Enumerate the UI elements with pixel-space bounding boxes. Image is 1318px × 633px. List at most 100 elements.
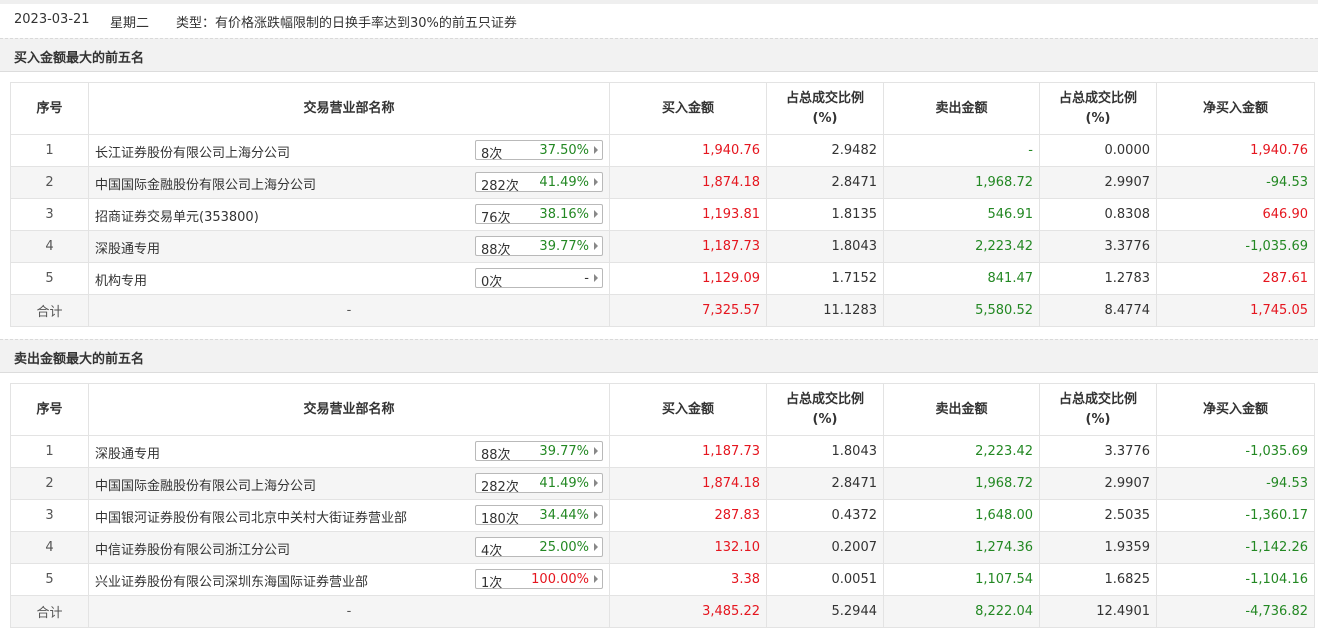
total-sell: 8,222.04 bbox=[883, 595, 1040, 628]
col-buy-ratio: 占总成交比例 (%) bbox=[766, 383, 884, 436]
branch-name: 中国银河证券股份有限公司北京中关村大街证券营业部 bbox=[95, 511, 408, 526]
buy-top5-table: 序号 交易营业部名称 买入金额 占总成交比例 (%) 卖出金额 占总成交比例 (%) 净买入金额… bbox=[10, 82, 1315, 327]
col-buy: 买入金额 bbox=[609, 383, 767, 436]
buy-amount: 287.83 bbox=[609, 499, 767, 532]
branch-name: 中国国际金融股份有限公司上海分公司 bbox=[95, 178, 317, 193]
net-amount: -1,104.16 bbox=[1156, 563, 1315, 596]
row-branch: 机构专用 0次 - bbox=[88, 262, 610, 295]
branch-history-button[interactable]: 88次 39.77% bbox=[475, 441, 603, 463]
branch-name: 招商证券交易单元(353800) bbox=[95, 210, 259, 225]
table-row: 5 机构专用 0次 - 1,129.09 1.7152 841.47 1.2783 287.61 bbox=[10, 262, 1315, 295]
table-row: 2 中国国际金融股份有限公司上海分公司 282次 41.49% 1,874.18 2.84… bbox=[10, 467, 1315, 500]
success-rate: 34.44% bbox=[539, 508, 589, 523]
success-rate: 25.00% bbox=[539, 540, 589, 555]
buy-amount: 1,187.73 bbox=[609, 435, 767, 468]
sell-amount: 1,107.54 bbox=[883, 563, 1040, 596]
branch-history-button[interactable]: 4次 25.00% bbox=[475, 537, 603, 559]
branch-name: 机构专用 bbox=[95, 274, 148, 289]
buy-ratio: 2.8471 bbox=[766, 467, 884, 500]
branch-history-button[interactable]: 76次 38.16% bbox=[475, 204, 603, 226]
total-row: 合计 -7,325.57 11.1283 5,580.52 8.4774 1,745.05 bbox=[10, 294, 1315, 327]
sell-amount: 841.47 bbox=[883, 262, 1040, 295]
branch-cell: 兴业证券股份有限公司深圳东海国际证券营业部 1次 100.00% bbox=[95, 564, 603, 595]
list-type: 类型：有价格涨跌幅限制的日换手率达到30%的前五只证券 bbox=[176, 16, 517, 31]
row-branch: 兴业证券股份有限公司深圳东海国际证券营业部 1次 100.00% bbox=[88, 563, 610, 596]
sell-amount: 1,968.72 bbox=[883, 467, 1040, 500]
appearance-count: 1次 bbox=[481, 576, 503, 591]
caret-right-icon bbox=[594, 210, 598, 218]
col-buy-ratio-label: 占总成交比例 bbox=[785, 391, 864, 407]
branch-history-button[interactable]: 282次 41.49% bbox=[475, 473, 603, 495]
page-header: 2023-03-21 星期二 类型：有价格涨跌幅限制的日换手率达到30%的前五只… bbox=[0, 0, 1318, 38]
branch-history-button[interactable]: 282次 41.49% bbox=[475, 172, 603, 194]
total-branch: - bbox=[88, 294, 610, 327]
row-seq: 4 bbox=[10, 230, 89, 263]
appearance-count: 282次 bbox=[481, 480, 519, 495]
total-sell-ratio: 12.4901 bbox=[1039, 595, 1157, 628]
col-sell-ratio-label: 占总成交比例 bbox=[1058, 90, 1137, 106]
sell-section-title: 卖出金额最大的前五名 bbox=[0, 339, 1318, 373]
col-sell: 卖出金额 bbox=[883, 383, 1040, 436]
row-seq: 3 bbox=[10, 198, 89, 231]
branch-name: 深股通专用 bbox=[95, 447, 161, 462]
success-rate: 100.00% bbox=[531, 572, 589, 587]
success-rate: 41.49% bbox=[539, 476, 589, 491]
branch-name: 兴业证券股份有限公司深圳东海国际证券营业部 bbox=[95, 575, 369, 590]
net-amount: -94.53 bbox=[1156, 467, 1315, 500]
total-buy-ratio: 5.2944 bbox=[766, 595, 884, 628]
buy-section-title: 买入金额最大的前五名 bbox=[0, 38, 1318, 72]
caret-right-icon bbox=[594, 242, 598, 250]
col-seq: 序号 bbox=[10, 383, 89, 436]
total-label: 合计 bbox=[10, 294, 89, 327]
table-row: 1 深股通专用 88次 39.77% 1,187.73 1.8043 2,223.42 3.3… bbox=[10, 435, 1315, 468]
caret-right-icon bbox=[594, 274, 598, 282]
appearance-count: 4次 bbox=[481, 544, 503, 559]
buy-amount: 1,874.18 bbox=[609, 467, 767, 500]
col-sell-ratio-unit: (%) bbox=[1085, 110, 1111, 126]
branch-cell: 机构专用 0次 - bbox=[95, 263, 603, 294]
branch-name: 中国国际金融股份有限公司上海分公司 bbox=[95, 479, 317, 494]
success-rate: - bbox=[584, 271, 589, 286]
sell-ratio: 1.2783 bbox=[1039, 262, 1157, 295]
buy-amount: 1,874.18 bbox=[609, 166, 767, 199]
row-branch: 深股通专用 88次 39.77% bbox=[88, 230, 610, 263]
branch-history-button[interactable]: 0次 - bbox=[475, 268, 603, 290]
row-branch: 中国银河证券股份有限公司北京中关村大街证券营业部 180次 34.44% bbox=[88, 499, 610, 532]
buy-amount: 132.10 bbox=[609, 531, 767, 564]
sell-ratio: 3.3776 bbox=[1039, 230, 1157, 263]
appearance-count: 180次 bbox=[481, 512, 519, 527]
appearance-count: 282次 bbox=[481, 179, 519, 194]
col-sell: 卖出金额 bbox=[883, 82, 1040, 135]
total-net: -4,736.82 bbox=[1156, 595, 1315, 628]
col-buy-ratio-label: 占总成交比例 bbox=[785, 90, 864, 106]
sell-amount: - bbox=[883, 134, 1040, 167]
branch-cell: 中信证券股份有限公司浙江分公司 4次 25.00% bbox=[95, 532, 603, 563]
buy-ratio: 1.8043 bbox=[766, 230, 884, 263]
appearance-count: 76次 bbox=[481, 211, 511, 226]
sell-amount: 546.91 bbox=[883, 198, 1040, 231]
row-seq: 2 bbox=[10, 467, 89, 500]
appearance-count: 88次 bbox=[481, 448, 511, 463]
sell-ratio: 0.8308 bbox=[1039, 198, 1157, 231]
branch-history-button[interactable]: 1次 100.00% bbox=[475, 569, 603, 591]
table-row: 4 深股通专用 88次 39.77% 1,187.73 1.8043 2,223.42 3.3… bbox=[10, 230, 1315, 263]
row-branch: 深股通专用 88次 39.77% bbox=[88, 435, 610, 468]
table-row: 5 兴业证券股份有限公司深圳东海国际证券营业部 1次 100.00% 3.38 0.005… bbox=[10, 563, 1315, 596]
buy-ratio: 0.0051 bbox=[766, 563, 884, 596]
sell-ratio: 1.9359 bbox=[1039, 531, 1157, 564]
buy-amount: 1,193.81 bbox=[609, 198, 767, 231]
success-rate: 41.49% bbox=[539, 175, 589, 190]
row-seq: 1 bbox=[10, 134, 89, 167]
branch-history-button[interactable]: 8次 37.50% bbox=[475, 140, 603, 162]
branch-name: 深股通专用 bbox=[95, 242, 161, 257]
sell-amount: 1,968.72 bbox=[883, 166, 1040, 199]
branch-cell: 中国银河证券股份有限公司北京中关村大街证券营业部 180次 34.44% bbox=[95, 500, 603, 531]
col-buy: 买入金额 bbox=[609, 82, 767, 135]
sell-ratio: 2.9907 bbox=[1039, 166, 1157, 199]
buy-ratio: 1.8043 bbox=[766, 435, 884, 468]
net-amount: -1,142.26 bbox=[1156, 531, 1315, 564]
branch-history-button[interactable]: 180次 34.44% bbox=[475, 505, 603, 527]
branch-history-button[interactable]: 88次 39.77% bbox=[475, 236, 603, 258]
row-branch: 中国国际金融股份有限公司上海分公司 282次 41.49% bbox=[88, 467, 610, 500]
appearance-count: 88次 bbox=[481, 243, 511, 258]
